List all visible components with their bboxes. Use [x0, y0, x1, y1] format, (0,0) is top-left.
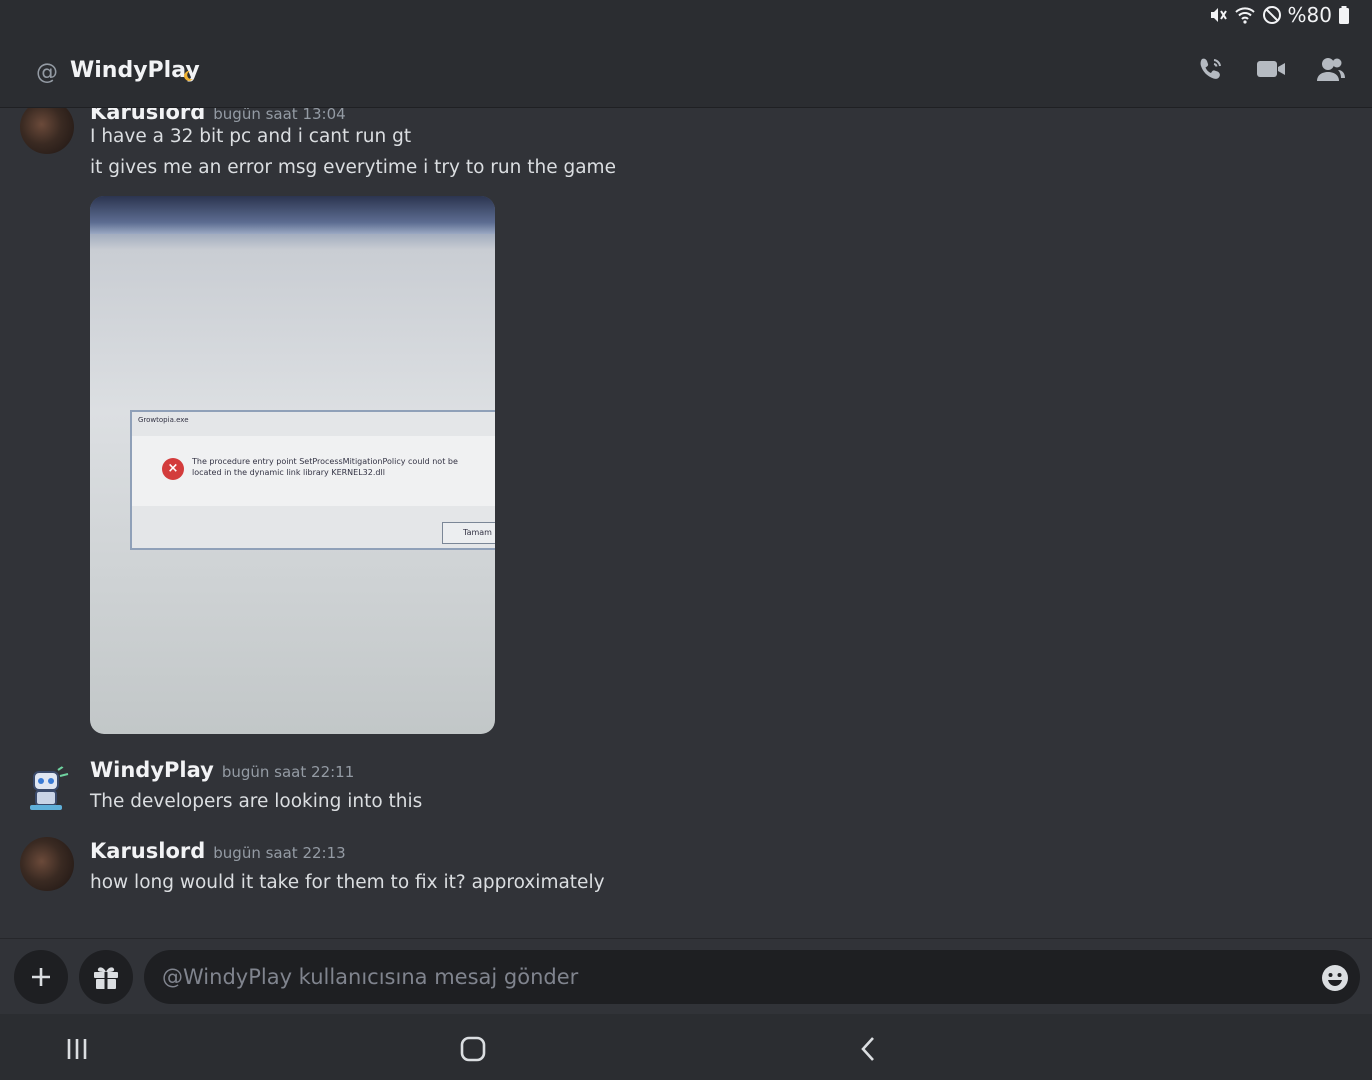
message-text: how long would it take for them to fix i…	[90, 872, 605, 893]
avatar[interactable]	[20, 108, 74, 154]
error-icon: ×	[162, 458, 184, 480]
author-name[interactable]: Karuslord	[90, 839, 205, 863]
home-icon	[460, 1036, 486, 1062]
idle-status-icon	[182, 67, 194, 86]
video-call-button[interactable]	[1256, 54, 1286, 84]
dialog-message: The procedure entry point SetProcessMiti…	[192, 456, 458, 478]
add-attachment-button[interactable]	[14, 950, 68, 1004]
people-icon	[1317, 58, 1345, 81]
error-dialog: Growtopia.exe × The procedure entry poin…	[130, 410, 495, 550]
dialog-title: Growtopia.exe	[138, 416, 189, 424]
message-timestamp: bugün saat 22:11	[221, 763, 355, 781]
video-icon	[1257, 61, 1285, 77]
back-button[interactable]	[854, 1034, 884, 1064]
status-bar: %80	[0, 0, 1372, 32]
recent-apps-button[interactable]	[62, 1034, 92, 1064]
dialog-ok-button: Tamam	[442, 522, 495, 544]
wifi-icon	[1234, 5, 1256, 25]
message-input[interactable]	[144, 950, 1360, 1004]
message-composer	[0, 938, 1372, 1014]
message-text-line-1: I have a 32 bit pc and i cant run gt	[90, 126, 412, 147]
phone-icon	[1200, 58, 1221, 79]
author-name[interactable]: WindyPlay	[90, 758, 214, 782]
dialog-message-line-1: The procedure entry point SetProcessMiti…	[192, 457, 458, 466]
message-text: The developers are looking into this	[90, 791, 423, 812]
member-list-button[interactable]	[1316, 54, 1346, 84]
voice-call-button[interactable]	[1196, 54, 1226, 84]
channel-header: @ WindyPlay	[0, 32, 1372, 108]
system-nav-bar	[0, 1014, 1372, 1080]
robot-avatar-icon	[30, 765, 69, 810]
message-list[interactable]: Karuslord bugün saat 13:04 I have a 32 bi…	[0, 108, 1372, 938]
avatar[interactable]	[20, 762, 74, 816]
smiley-icon	[1322, 965, 1348, 991]
mute-icon	[1208, 5, 1228, 25]
do-not-disturb-icon	[1262, 5, 1282, 25]
author-name[interactable]: Karuslord	[90, 108, 205, 124]
monitor-edge	[90, 196, 495, 234]
message-timestamp: bugün saat 22:13	[213, 844, 346, 862]
recents-icon	[67, 1039, 87, 1059]
back-chevron-icon	[861, 1037, 874, 1061]
emoji-button[interactable]	[1320, 963, 1350, 993]
gift-icon	[94, 967, 118, 989]
dialog-message-line-2: located in the dynamic link library KERN…	[192, 468, 385, 477]
message-timestamp: bugün saat 13:04	[213, 108, 346, 123]
avatar[interactable]	[20, 837, 74, 891]
message-text-line-2: it gives me an error msg everytime i try…	[90, 157, 616, 178]
battery-percent: %80	[1287, 3, 1332, 27]
battery-icon	[1338, 5, 1350, 25]
channel-name[interactable]: WindyPlay	[70, 58, 200, 83]
gift-button[interactable]	[79, 950, 133, 1004]
header-actions	[1196, 54, 1346, 84]
dialog-body: × The procedure entry point SetProcessMi…	[132, 436, 495, 506]
at-icon: @	[36, 60, 58, 85]
home-button[interactable]	[458, 1034, 488, 1064]
plus-icon	[32, 968, 50, 986]
status-icons: %80	[1208, 3, 1350, 27]
image-attachment[interactable]: Growtopia.exe × The procedure entry poin…	[90, 196, 495, 734]
